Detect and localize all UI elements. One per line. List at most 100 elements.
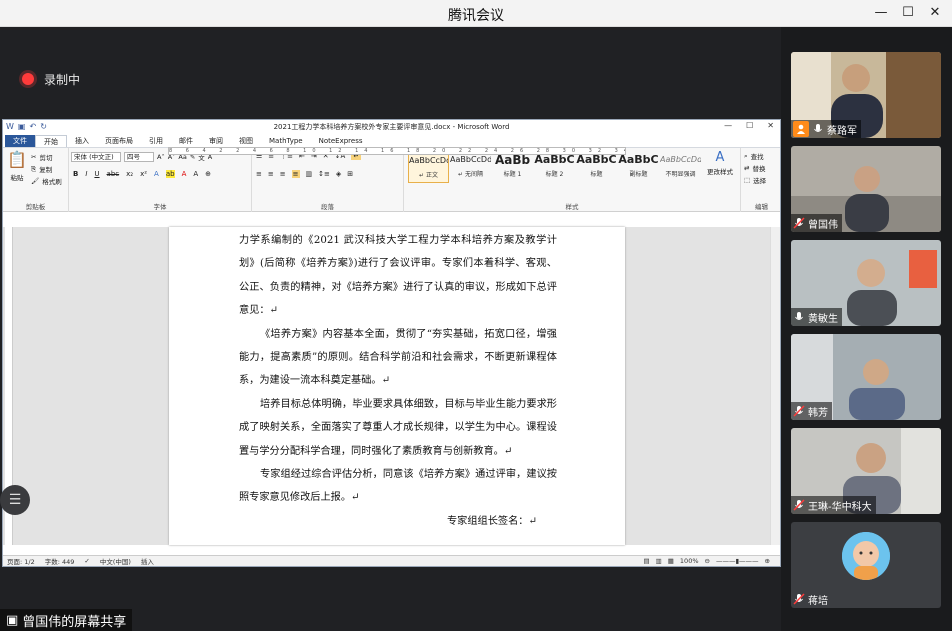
recording-indicator[interactable]: 录制中 xyxy=(22,71,80,87)
select-label: 选择 xyxy=(753,177,767,185)
distributed-icon[interactable]: ▥ xyxy=(306,170,313,178)
superscript-icon[interactable]: x² xyxy=(140,170,147,178)
char-shading-icon[interactable]: A xyxy=(193,170,198,178)
scissors-icon: ✂ xyxy=(31,153,37,161)
participant-tile[interactable]: 韩芳 xyxy=(791,334,941,420)
justify-icon[interactable]: ≡ xyxy=(291,170,300,178)
style-name: 标题 2 xyxy=(545,171,564,178)
align-right-icon[interactable]: ≡ xyxy=(280,170,286,178)
page-count[interactable]: 页面: 1/2 xyxy=(7,556,35,566)
word-minimize-icon[interactable]: — xyxy=(724,121,732,130)
zoom-level[interactable]: 100% xyxy=(680,557,699,565)
word-restore-icon[interactable]: ☐ xyxy=(746,121,753,130)
style-preview: AaBbCcDd xyxy=(660,155,701,164)
participant-tile[interactable]: 蒋培 xyxy=(791,522,941,608)
font-size-select[interactable]: 四号 xyxy=(124,152,154,162)
tab-mathtype[interactable]: MathType xyxy=(261,135,311,147)
paste-button[interactable]: 📋 粘贴 xyxy=(7,150,27,182)
insert-mode[interactable]: 插入 xyxy=(141,556,154,566)
menu-list-icon[interactable]: ☰ xyxy=(0,485,30,515)
participant-name-bar: 蔡路军 xyxy=(791,120,861,138)
minimize-button[interactable]: — xyxy=(870,3,892,23)
view-print-icon[interactable]: ▤ xyxy=(643,557,649,565)
enclose-char-icon[interactable]: ⊕ xyxy=(205,170,211,178)
paragraph-goals: 培养目标总体明确，毕业要求具体细致，目标与毕业生能力要求形成了映射关系，全面落实… xyxy=(239,398,557,457)
language[interactable]: 中文(中国) xyxy=(100,556,131,566)
document-page[interactable]: 力学系编制的《2021 武汉科技大学工程力学本科培养方案及教学计划》(后简称《培… xyxy=(169,227,625,545)
word-title-bar: W ▣ ↶ ↻ 2021工程力学本科培养方案校外专家主要评审意见.docx - … xyxy=(3,120,780,134)
tab-page-layout[interactable]: 页面布局 xyxy=(97,135,141,147)
font-group: 宋体 (中文正) 四号 A˄ A˅ Aa ✎ 文 A B I U abc x₂ … xyxy=(69,148,252,212)
replace-icon: ⇄ xyxy=(744,164,750,172)
tab-insert[interactable]: 插入 xyxy=(67,135,97,147)
tab-review[interactable]: 审阅 xyxy=(201,135,231,147)
vertical-scrollbar[interactable] xyxy=(770,227,780,545)
mic-icon xyxy=(814,124,822,132)
find-icon: ⌕ xyxy=(744,151,748,160)
participant-tile[interactable]: 黄敏生 xyxy=(791,240,941,326)
paragraph-conclusion: 专家组经过综合评估分析，同意该《培养方案》通过评审，建议按照专家意见修改后上报。… xyxy=(239,469,557,504)
select-button[interactable]: ⬚ 选择 xyxy=(744,175,766,185)
find-button[interactable]: ⌕ 查找 xyxy=(744,151,764,162)
status-bar: 页面: 1/2 字数: 449 ✓ 中文(中国) 插入 ▤ ▥ ▦ 100% ⊖… xyxy=(3,555,780,566)
participant-name-bar: 曾国伟 xyxy=(791,214,842,232)
cut-button[interactable]: ✂ 剪切 xyxy=(31,152,52,162)
borders-icon[interactable]: ⊞ xyxy=(347,170,353,178)
style-name: 副标题 xyxy=(629,171,648,178)
view-web-icon[interactable]: ▦ xyxy=(668,557,674,565)
change-styles-button[interactable]: A 更改样式 xyxy=(707,150,733,176)
participant-tile[interactable]: 王琳-华中科大 xyxy=(791,428,941,514)
participant-tile[interactable]: 曾国伟 xyxy=(791,146,941,232)
underline-icon[interactable]: U xyxy=(94,170,99,178)
replace-button[interactable]: ⇄ 替换 xyxy=(744,163,765,173)
format-painter-button[interactable]: 🖌 格式刷 xyxy=(31,176,62,186)
style-normal[interactable]: AaBbCcDd ↵ 正文 xyxy=(408,151,449,183)
document-title: 2021工程力学本科培养方案校外专家主要评审意见.docx - Microsof… xyxy=(273,123,510,131)
highlight-icon[interactable]: ab xyxy=(165,170,175,178)
tab-view[interactable]: 视图 xyxy=(231,135,261,147)
participant-name-bar: 蒋培 xyxy=(791,590,832,608)
copy-label: 复制 xyxy=(39,166,53,174)
style-heading-2[interactable]: AaBbC 标题 2 xyxy=(534,151,575,183)
style-title[interactable]: AaBbC 标题 xyxy=(576,151,617,183)
word-close-icon[interactable]: ✕ xyxy=(767,121,774,130)
style-heading-1[interactable]: AaBb 标题 1 xyxy=(492,151,533,183)
maximize-button[interactable]: ☐ xyxy=(897,3,919,23)
italic-icon[interactable]: I xyxy=(85,170,87,178)
align-left-icon[interactable]: ≡ xyxy=(256,170,262,178)
font-color-icon[interactable]: A xyxy=(182,170,187,178)
style-subtle-emphasis[interactable]: AaBbCcDd 不明显强调 xyxy=(660,151,701,183)
document-body[interactable]: 力学系编制的《2021 武汉科技大学工程力学本科培养方案及教学计划》(后简称《培… xyxy=(239,229,557,533)
zoom-in-icon[interactable]: ⊕ xyxy=(765,557,770,565)
baby-avatar-icon xyxy=(842,532,890,580)
align-center-icon[interactable]: ≡ xyxy=(268,170,274,178)
word-count[interactable]: 字数: 449 xyxy=(45,556,75,566)
zoom-out-icon[interactable]: ⊖ xyxy=(705,557,710,565)
tab-mailings[interactable]: 邮件 xyxy=(171,135,201,147)
close-button[interactable]: ✕ xyxy=(924,3,946,23)
change-styles-label: 更改样式 xyxy=(707,168,733,176)
shading-icon[interactable]: ◈ xyxy=(336,170,341,178)
zoom-slider[interactable]: ———▮——— xyxy=(716,557,759,565)
mic-muted-icon xyxy=(793,499,805,511)
participant-tile[interactable]: 蔡路军 xyxy=(791,52,941,138)
style-subtitle[interactable]: AaBbC 副标题 xyxy=(618,151,659,183)
line-spacing-icon[interactable]: ↕≡ xyxy=(318,170,330,178)
style-no-spacing[interactable]: AaBbCcDd ↵ 无间隔 xyxy=(450,151,491,183)
bold-icon[interactable]: B xyxy=(73,170,78,178)
tab-home[interactable]: 开始 xyxy=(35,135,67,147)
copy-button[interactable]: ⎘ 复制 xyxy=(31,164,53,175)
tab-references[interactable]: 引用 xyxy=(141,135,171,147)
view-read-icon[interactable]: ▥ xyxy=(656,557,662,565)
strikethrough-icon[interactable]: abc xyxy=(107,170,120,178)
participant-avatar xyxy=(842,532,890,580)
subscript-icon[interactable]: x₂ xyxy=(126,170,133,178)
tab-file[interactable]: 文件 xyxy=(5,135,35,147)
grow-font-icon[interactable]: A˄ xyxy=(157,153,165,161)
title-bar: 腾讯会议 — ☐ ✕ xyxy=(0,0,952,27)
tab-noteexpress[interactable]: NoteExpress xyxy=(311,135,371,147)
text-effect-icon[interactable]: A xyxy=(154,170,159,178)
proofing-icon[interactable]: ✓ xyxy=(84,557,89,565)
participant-name: 蒋培 xyxy=(808,595,828,607)
font-name-select[interactable]: 宋体 (中文正) xyxy=(71,152,121,162)
